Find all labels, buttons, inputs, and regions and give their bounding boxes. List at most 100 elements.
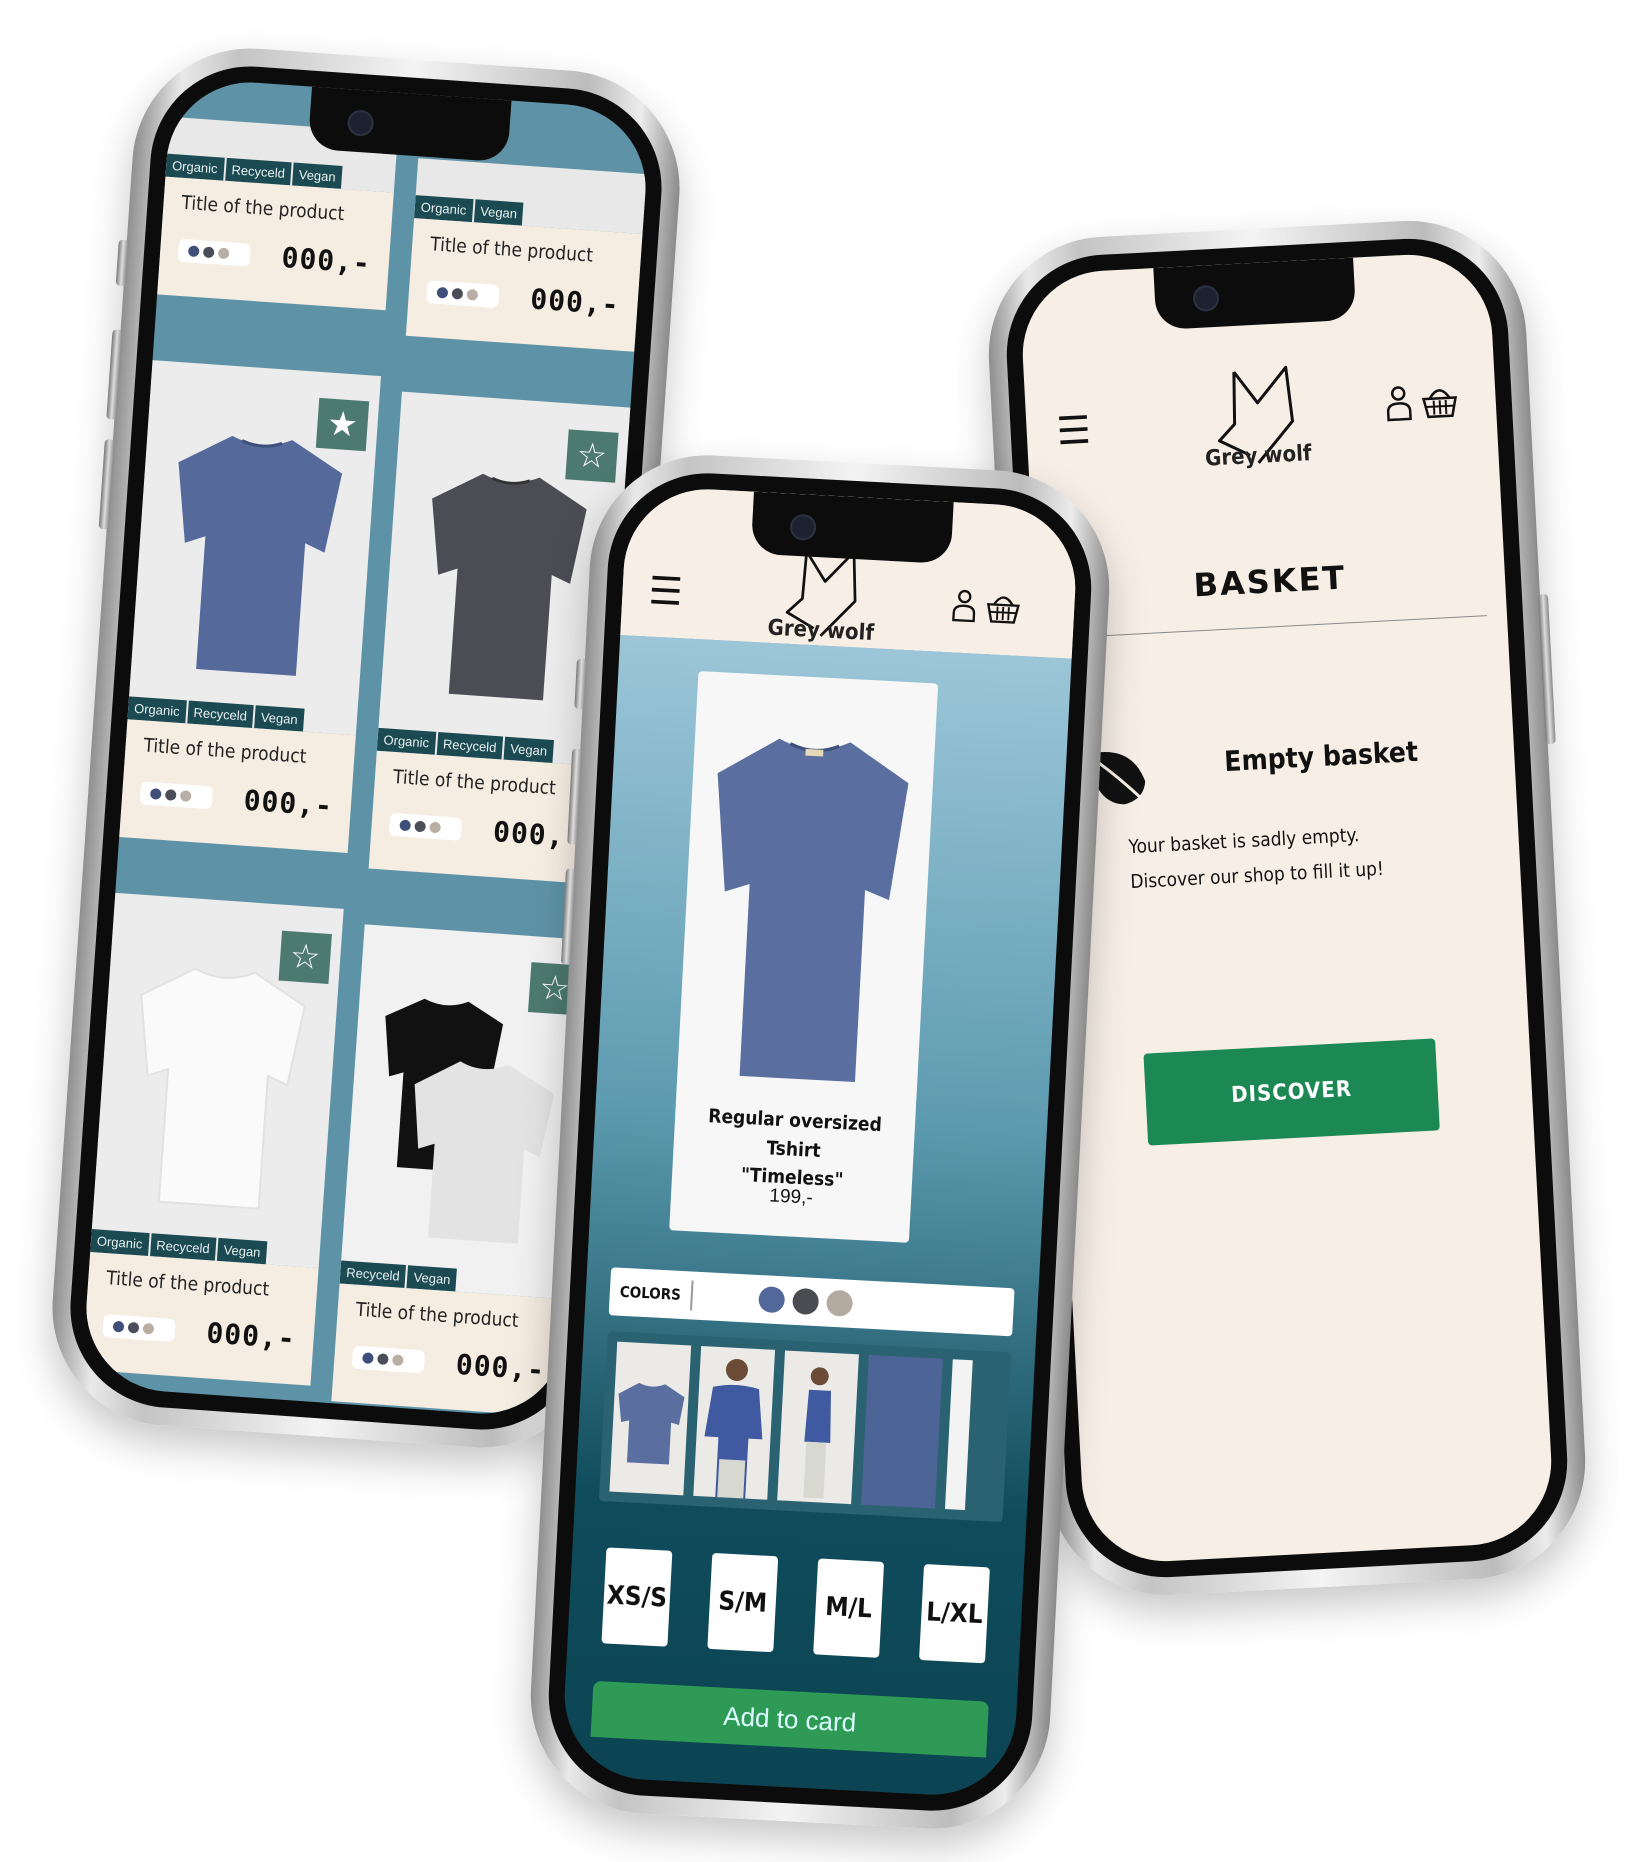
header-icons (1385, 382, 1459, 422)
tag-organic: Organic (90, 1229, 150, 1256)
product-title: Title of the product (142, 734, 308, 768)
volume-up-button (106, 329, 123, 420)
tag-organic: Organic (414, 195, 474, 223)
tag-vegan: Vegan (216, 1237, 268, 1265)
product-info: Title of the product 000,- (119, 719, 356, 853)
colors-label: COLORS (609, 1276, 694, 1311)
product-detail-screen: ☰ Grey wolf Regular oversized Tshirt "Ti… (560, 485, 1080, 1799)
blue-tshirt-image[interactable] (697, 722, 916, 1092)
hamburger-menu-icon[interactable]: ☰ (1056, 410, 1092, 454)
color-swatches (758, 1286, 854, 1317)
user-account-icon[interactable] (951, 588, 977, 623)
tag-vegan: Vegan (254, 705, 305, 732)
product-price: 000,- (242, 783, 335, 823)
color-dot (377, 1353, 389, 1366)
notch (1153, 257, 1357, 331)
tag-organic: Organic (376, 727, 436, 755)
color-dot (164, 789, 177, 801)
add-to-cart-button[interactable]: Add to card (590, 1680, 989, 1758)
header-icons (951, 588, 1021, 626)
color-dots[interactable] (426, 280, 500, 309)
tag-recycled: Recyceld (186, 700, 254, 729)
color-dot (436, 286, 449, 299)
product-title: Title of the product (105, 1267, 270, 1301)
product-price: 000,- (529, 282, 621, 322)
tag-recycled: Recyceld (224, 157, 292, 186)
product-image[interactable]: ★ Organic Recyceld Vegan (127, 360, 381, 736)
color-swatch-charcoal[interactable] (792, 1287, 820, 1316)
brand-name: Grey wolf (766, 615, 875, 647)
white-tshirt-image (139, 967, 306, 1210)
color-dots[interactable] (139, 781, 213, 810)
favorite-star-icon[interactable]: ☆ (565, 429, 619, 483)
product-image[interactable]: ☆ Organic Recyceld Vegan (90, 892, 344, 1268)
favorite-star-icon[interactable]: ☆ (278, 930, 332, 984)
product-title: Title of the product (429, 233, 594, 267)
color-dot (149, 788, 162, 800)
tag-recycled: Recyceld (339, 1260, 407, 1289)
color-swatch-blue[interactable] (758, 1286, 786, 1314)
notch (750, 491, 954, 565)
product-card[interactable]: ☆ Organic Recyceld Vegan Title of the pr… (81, 892, 344, 1402)
mute-switch (115, 239, 129, 287)
size-xs-s-button[interactable]: XS/S (601, 1547, 673, 1647)
tag-organic: Organic (165, 153, 225, 181)
color-dots[interactable] (177, 238, 251, 267)
mute-switch (574, 658, 587, 710)
product-info: Title of the product 000,- (81, 1251, 319, 1386)
shopping-basket-icon[interactable] (985, 591, 1021, 625)
color-swatch-beige[interactable] (825, 1289, 854, 1317)
power-button (1537, 593, 1556, 745)
product-card[interactable]: Organic Vegan Title of the product 000,- (405, 158, 647, 354)
product-card[interactable]: ★ Organic Recyceld Vegan Title of the pr… (118, 360, 381, 869)
color-dot (414, 820, 427, 833)
front-camera (789, 513, 817, 541)
user-account-icon[interactable] (1385, 385, 1413, 422)
color-dot (202, 246, 215, 259)
image-thumbnails (598, 1331, 1012, 1523)
blue-tshirt-image (177, 435, 342, 676)
size-s-m-button[interactable]: S/M (707, 1552, 779, 1653)
color-dot (187, 245, 200, 258)
thumbnail-front[interactable] (609, 1341, 692, 1496)
discover-button[interactable]: DISCOVER (1143, 1038, 1440, 1146)
size-l-xl-button[interactable]: L/XL (919, 1564, 990, 1664)
thumbnail-model-front[interactable] (693, 1346, 776, 1500)
color-dot (217, 247, 230, 260)
title-divider (1057, 615, 1487, 639)
color-selector: COLORS (608, 1267, 1015, 1337)
color-dots[interactable] (102, 1314, 176, 1343)
size-selector: XS/S S/M M/L L/XL (601, 1547, 990, 1664)
size-m-l-button[interactable]: M/L (813, 1558, 885, 1658)
product-detail-card: Regular oversized Tshirt "Timeless" 199,… (669, 670, 939, 1243)
thumbnail-fabric-detail[interactable] (861, 1354, 943, 1509)
color-dots[interactable] (388, 812, 463, 841)
product-info: Title of the product 000,- (157, 176, 394, 311)
front-camera (1192, 284, 1220, 313)
shopping-basket-icon[interactable] (1421, 383, 1459, 419)
front-camera (346, 109, 375, 137)
black-and-white-tshirt-image (384, 998, 554, 1244)
thumbnail-model-side[interactable] (777, 1350, 859, 1505)
tag-vegan: Vegan (406, 1265, 458, 1292)
color-dots[interactable] (351, 1345, 426, 1374)
color-dot (127, 1321, 140, 1334)
empty-basket-message: Your basket is sadly empty. Discover our… (1128, 812, 1481, 901)
color-dot (142, 1322, 155, 1335)
model-side-image (803, 1367, 831, 1499)
hamburger-menu-icon[interactable]: ☰ (647, 570, 683, 614)
color-dot (112, 1320, 125, 1333)
color-dot (399, 819, 412, 832)
thumbnail-next[interactable] (944, 1359, 973, 1511)
favorite-star-icon[interactable]: ★ (315, 397, 370, 452)
color-dot (179, 790, 192, 802)
product-info: Title of the product 000,- (331, 1283, 569, 1418)
brand-name: Grey wolf (1204, 441, 1313, 472)
charcoal-tshirt-image (431, 473, 587, 701)
tag-recycled: Recyceld (436, 731, 504, 760)
product-title: Title of the product (355, 1298, 520, 1333)
product-price: 000,- (205, 1316, 297, 1356)
brand-logo[interactable]: Grey wolf (1153, 354, 1358, 474)
product-title: Title of the product (180, 191, 346, 226)
product-title: Title of the product (392, 765, 557, 800)
